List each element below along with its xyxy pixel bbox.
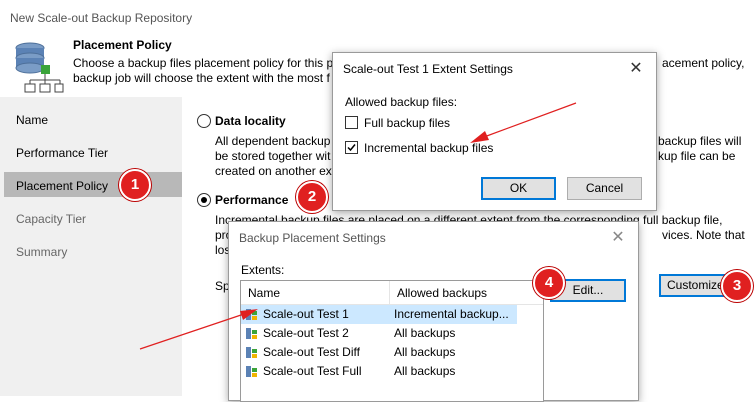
step-badge-3: 3 <box>721 270 753 302</box>
arrow-to-incremental <box>470 102 577 143</box>
step-badge-2: 2 <box>296 181 328 213</box>
annotation-arrows <box>139 102 577 350</box>
step-badge-1: 1 <box>119 169 151 201</box>
arrow-to-row <box>139 309 258 350</box>
step-badge-4: 4 <box>533 267 565 299</box>
